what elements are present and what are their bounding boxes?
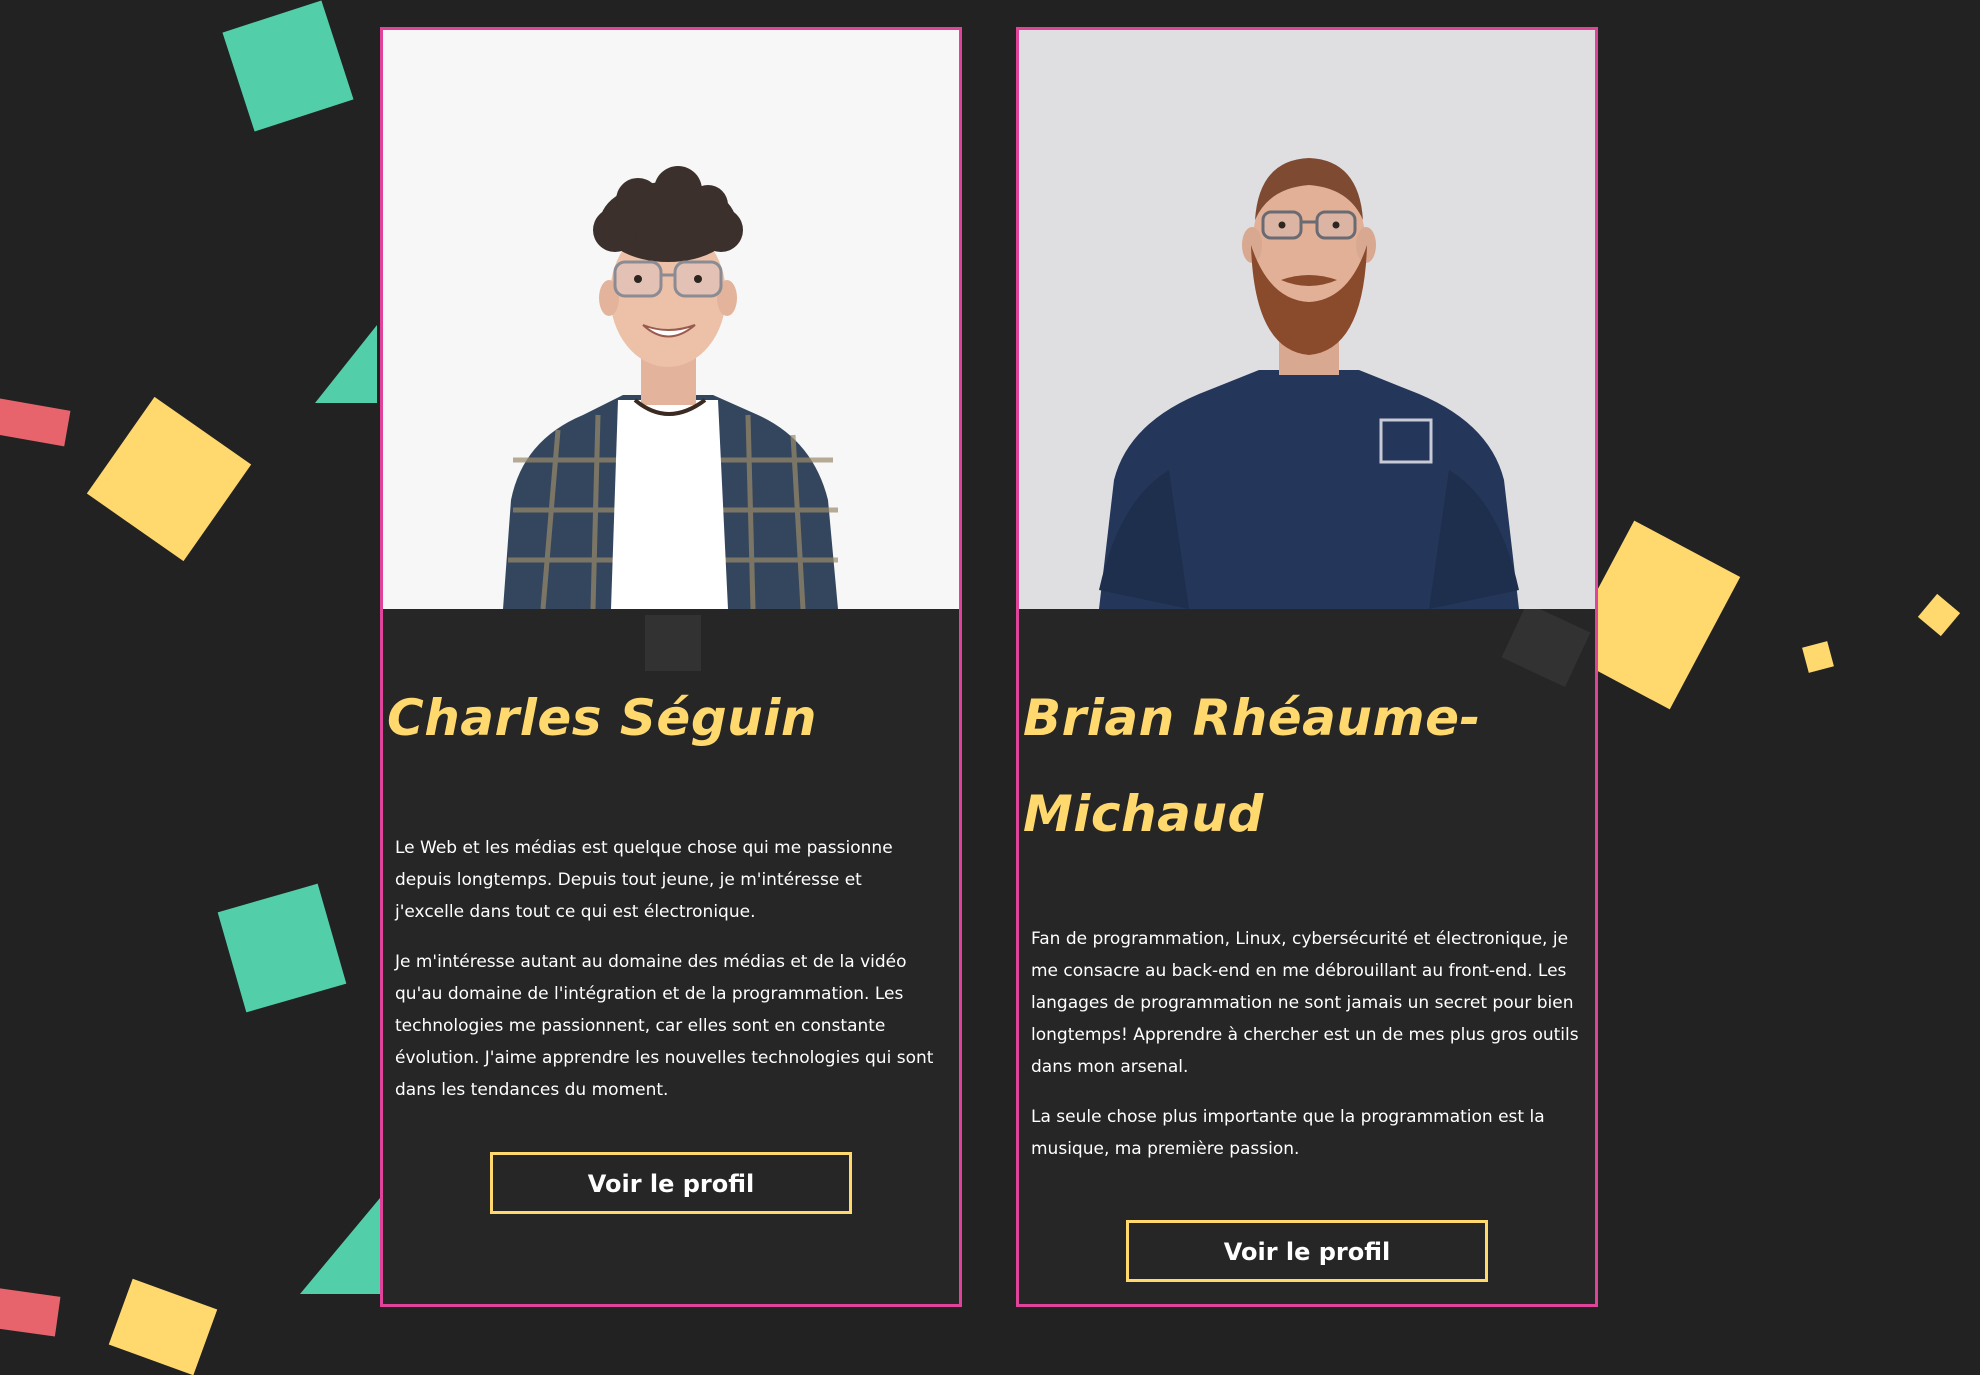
member-name: Brian Rhéaume-Michaud xyxy=(1023,689,1481,843)
view-profile-button[interactable]: Voir le profil xyxy=(1126,1220,1488,1282)
confetti-triangle-green xyxy=(300,1198,380,1294)
person-photo-brian xyxy=(1019,30,1595,609)
bio-paragraph: Le Web et les médias est quelque chose q… xyxy=(395,838,893,922)
confetti-square-yellow xyxy=(86,396,252,562)
team-member-card-charles: Charles Séguin Le Web et les médias est … xyxy=(380,27,962,1307)
confetti-square-green xyxy=(222,0,354,132)
confetti-triangle-green xyxy=(315,325,377,403)
bio-paragraph: Je m'intéresse autant au domaine des méd… xyxy=(395,952,934,1100)
confetti-square-green xyxy=(217,883,347,1013)
person-photo-charles xyxy=(383,30,959,609)
view-profile-button[interactable]: Voir le profil xyxy=(490,1152,852,1214)
team-member-card-brian: Brian Rhéaume-Michaud Fan de programmati… xyxy=(1016,27,1598,1307)
bio-paragraph: Fan de programmation, Linux, cybersécuri… xyxy=(1031,929,1579,1077)
confetti-square-red xyxy=(0,1287,61,1337)
confetti-square-yellow xyxy=(1917,593,1961,637)
confetti-square-yellow xyxy=(1802,641,1834,673)
member-bio: Fan de programmation, Linux, cybersécuri… xyxy=(1031,923,1581,1183)
confetti-square-red xyxy=(0,395,71,447)
member-bio: Le Web et les médias est quelque chose q… xyxy=(395,832,935,1124)
decorative-ghost-square xyxy=(645,615,701,671)
bio-paragraph: La seule chose plus importante que la pr… xyxy=(1031,1107,1545,1159)
member-name: Charles Séguin xyxy=(387,689,817,747)
confetti-square-yellow xyxy=(108,1278,218,1375)
